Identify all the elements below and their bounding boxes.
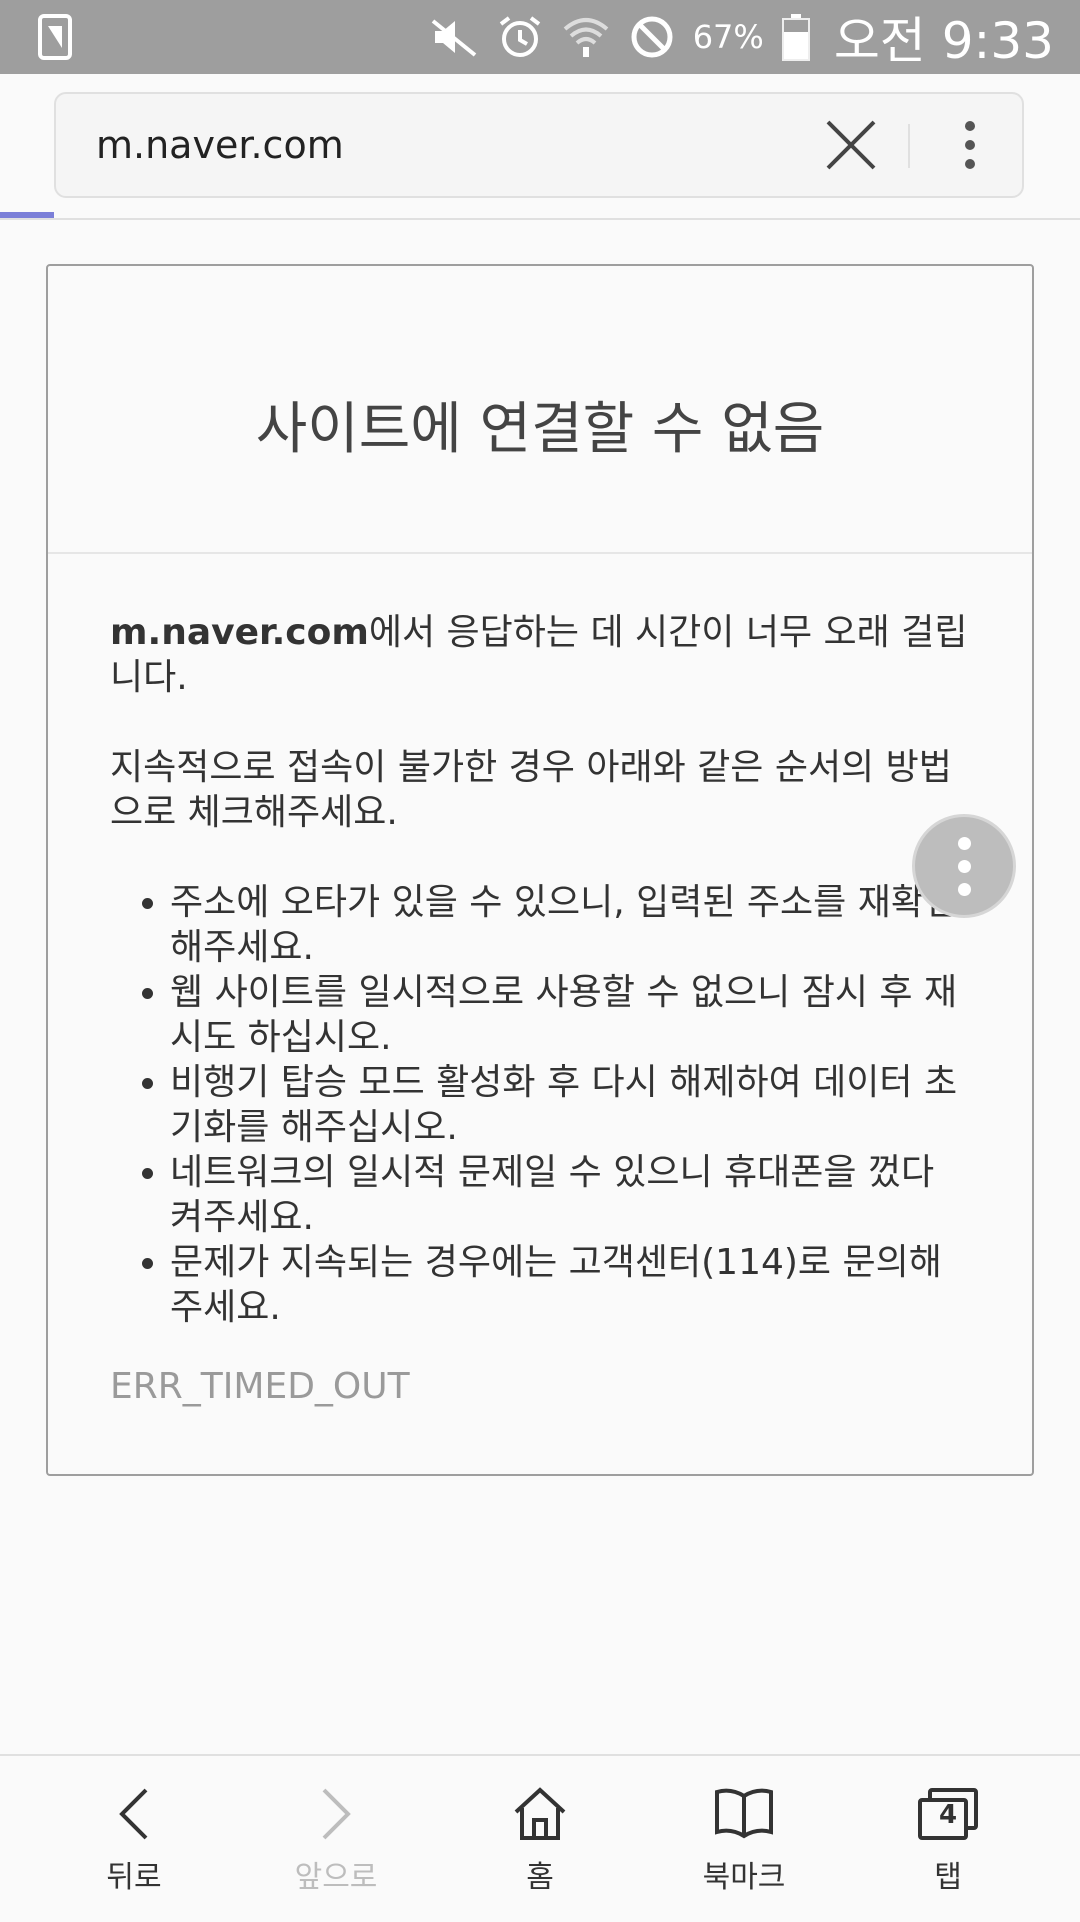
troubleshooting-list: 주소에 오타가 있을 수 있으니, 입력된 주소를 재확인해주세요. 웹 사이트… — [110, 880, 970, 1330]
bookmarks-label: 북마크 — [702, 1860, 786, 1895]
battery-icon — [781, 13, 810, 61]
home-button[interactable]: 홈 — [440, 1756, 640, 1922]
forward-label: 앞으로 — [294, 1860, 378, 1895]
alarm-icon — [497, 14, 543, 60]
more-options-icon[interactable] — [956, 116, 984, 174]
list-item: 주소에 오타가 있을 수 있으니, 입력된 주소를 재확인해주세요. — [170, 880, 970, 970]
status-bar: 67% 오전 9:33 — [0, 0, 1080, 74]
error-code: ERR_TIMED_OUT — [110, 1366, 410, 1407]
clock: 오전 9:33 — [833, 12, 1054, 70]
tabs-icon: 4 — [916, 1782, 980, 1846]
back-label: 뒤로 — [106, 1860, 162, 1895]
url-text[interactable]: m.naver.com — [96, 94, 344, 196]
mute-icon — [429, 15, 479, 59]
back-button[interactable]: 뒤로 — [34, 1756, 234, 1922]
error-card: 사이트에 연결할 수 없음 m.naver.com에서 응답하는 데 시간이 너… — [46, 264, 1034, 1476]
fab-dot — [957, 882, 971, 896]
error-host: m.naver.com — [110, 612, 369, 653]
chevron-left-icon — [114, 1782, 154, 1846]
error-body: m.naver.com에서 응답하는 데 시간이 너무 오래 걸립니다. 지속적… — [110, 610, 970, 1330]
error-title: 사이트에 연결할 수 없음 — [255, 397, 825, 462]
list-item: 웹 사이트를 일시적으로 사용할 수 없으니 잠시 후 재시도 하십시오. — [170, 970, 970, 1060]
floating-menu-button[interactable] — [912, 814, 1016, 918]
battery-percent: 67% — [692, 18, 764, 56]
tabs-button[interactable]: 4 탭 — [848, 1756, 1048, 1922]
bookmarks-button[interactable]: 북마크 — [644, 1756, 844, 1922]
error-message: m.naver.com에서 응답하는 데 시간이 너무 오래 걸립니다. — [110, 610, 970, 700]
close-icon[interactable] — [822, 116, 880, 174]
chevron-right-icon — [316, 1782, 356, 1846]
tabs-label: 탭 — [934, 1860, 962, 1895]
address-bar[interactable]: m.naver.com — [54, 92, 1024, 198]
screenshot-notification-icon — [38, 14, 72, 60]
do-not-disturb-icon — [629, 14, 675, 60]
fab-dot — [957, 859, 971, 873]
forward-button[interactable]: 앞으로 — [236, 1756, 436, 1922]
error-instruction: 지속적으로 접속이 불가한 경우 아래와 같은 순서의 방법으로 체크해주세요. — [110, 747, 952, 833]
home-icon — [512, 1782, 568, 1846]
list-item: 문제가 지속되는 경우에는 고객센터(114)로 문의해주세요. — [170, 1240, 970, 1330]
browser-toolbar: m.naver.com — [0, 74, 1080, 220]
book-icon — [713, 1782, 775, 1846]
status-icons: 67% 오전 9:33 — [429, 0, 1054, 74]
address-bar-divider — [908, 124, 910, 168]
list-item: 네트워크의 일시적 문제일 수 있으니 휴대폰을 껐다 켜주세요. — [170, 1150, 970, 1240]
list-item: 비행기 탑승 모드 활성화 후 다시 해제하여 데이터 초기화를 해주십시오. — [170, 1060, 970, 1150]
bottom-navigation: 뒤로 앞으로 홈 북마크 4 탭 — [0, 1754, 1080, 1922]
card-divider — [48, 552, 1032, 554]
tab-count: 4 — [938, 1800, 958, 1830]
page-load-progress — [0, 212, 54, 218]
home-label: 홈 — [526, 1860, 554, 1895]
wifi-icon — [561, 13, 611, 61]
fab-dot — [957, 836, 971, 850]
